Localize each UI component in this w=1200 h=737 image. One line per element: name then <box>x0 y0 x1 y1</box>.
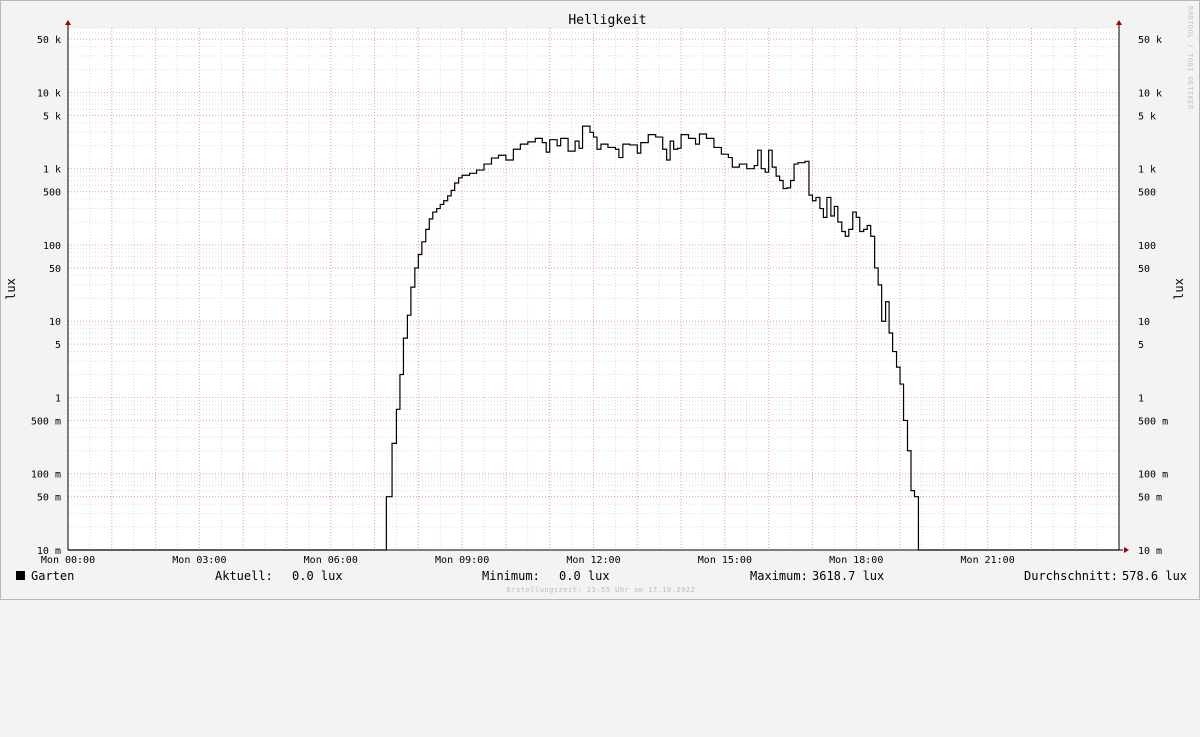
y-tick-label-right: 10 m <box>1138 546 1162 557</box>
creation-time-footer: Erstellungszeit: 23:55 Uhr am 17.10.2022 <box>506 586 696 594</box>
y-tick-label-left: 100 <box>43 241 61 252</box>
rrdtool-watermark: RRDTOOL / TOBI OETIKER <box>1186 6 1194 110</box>
graph-frame: Helligkeit lux lux 50 k 50 k 10 k 10 k 5 k 5 k 1 … <box>0 0 1200 600</box>
y-tick-label-left: 5 k <box>43 111 61 122</box>
y-tick-label-left: 10 <box>49 317 61 328</box>
legend-color-swatch <box>16 571 25 580</box>
y-tick-label-right: 10 <box>1138 317 1150 328</box>
legend-current-value: 0.0 lux <box>292 569 343 583</box>
y-tick-label-left: 100 m <box>31 470 61 481</box>
legend-max-value: 3618.7 lux <box>812 569 885 583</box>
x-tick-label: Mon 21:00 <box>961 555 1015 566</box>
y-tick-label-left: 1 k <box>43 165 61 176</box>
x-tick-label: Mon 06:00 <box>304 555 358 566</box>
x-tick-label: Mon 18:00 <box>829 555 883 566</box>
y-tick-label-right: 500 m <box>1138 416 1168 427</box>
y-tick-label-right: 5 k <box>1138 111 1156 122</box>
legend-avg-label: Durchschnitt: <box>1024 569 1118 583</box>
y-tick-label-right: 10 k <box>1138 88 1162 99</box>
x-axis-arrow <box>1124 547 1129 553</box>
y-tick-label-right: 50 m <box>1138 493 1162 504</box>
x-tick-label: Mon 00:00 <box>41 555 95 566</box>
x-tick-label: Mon 15:00 <box>698 555 752 566</box>
legend-series-name: Garten <box>31 569 75 583</box>
x-tick-label: Mon 09:00 <box>435 555 489 566</box>
x-tick-label: Mon 12:00 <box>566 555 620 566</box>
chart-title: Helligkeit <box>568 13 646 28</box>
legend-min-value: 0.0 lux <box>559 569 610 583</box>
legend-current-label: Aktuell: <box>215 569 273 583</box>
y-tick-label-left: 50 m <box>37 493 61 504</box>
y-axis-arrow-left <box>65 20 71 25</box>
y-tick-label-right: 500 <box>1138 188 1156 199</box>
y-tick-label-right: 100 m <box>1138 470 1168 481</box>
y-axis-arrow-right <box>1116 20 1122 25</box>
y-tick-label-right: 100 <box>1138 241 1156 252</box>
y-tick-label-right: 1 k <box>1138 165 1156 176</box>
y-tick-label-left: 50 k <box>37 35 61 46</box>
legend: Garten Aktuell: 0.0 lux Minimum: 0.0 lux… <box>1 569 1200 585</box>
y-axis-label-right: lux <box>1172 278 1186 300</box>
y-tick-label-right: 1 <box>1138 393 1144 404</box>
y-tick-label-right: 50 <box>1138 264 1150 275</box>
y-tick-label-left: 1 <box>55 393 61 404</box>
y-tick-label-right: 50 k <box>1138 35 1162 46</box>
y-tick-label-left: 5 <box>55 340 61 351</box>
brightness-chart: Helligkeit lux lux 50 k 50 k 10 k 10 k 5 k 5 k 1 … <box>4 13 1186 566</box>
x-tick-label: Mon 03:00 <box>172 555 226 566</box>
y-tick-label-left: 500 m <box>31 416 61 427</box>
legend-min-label: Minimum: <box>482 569 540 583</box>
y-tick-label-left: 500 <box>43 188 61 199</box>
legend-avg-value: 578.6 lux <box>1122 569 1188 583</box>
legend-max-label: Maximum: <box>750 569 808 583</box>
y-axis-label-left: lux <box>4 278 18 300</box>
y-tick-label-left: 50 <box>49 264 61 275</box>
y-tick-label-left: 10 k <box>37 88 61 99</box>
y-tick-label-right: 5 <box>1138 340 1144 351</box>
